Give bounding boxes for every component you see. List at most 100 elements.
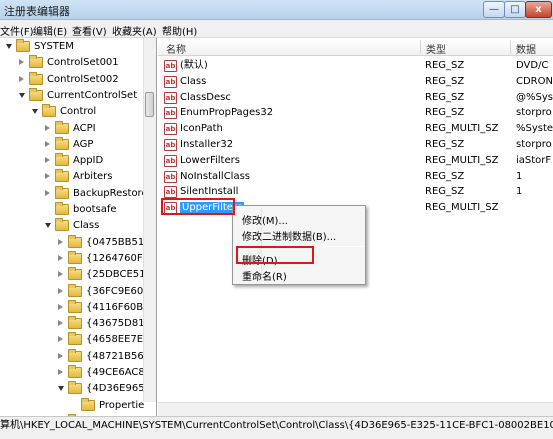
column-header-name[interactable]: 名称 (166, 41, 186, 56)
tree-node-label: Propertie (99, 399, 145, 411)
expand-arrow-icon[interactable] (19, 59, 24, 66)
folder-icon (68, 381, 82, 395)
expand-arrow-icon[interactable] (58, 287, 63, 294)
maximize-button[interactable]: □ (504, 1, 526, 18)
list-horizontal-scrollbar[interactable] (158, 402, 553, 416)
value-type: REG_SZ (425, 107, 465, 119)
registry-value-row[interactable]: ab NoInstallClass REG_SZ 1 (158, 169, 553, 185)
value-name: ClassDesc (180, 91, 231, 103)
value-name: Installer32 (180, 139, 234, 150)
column-divider[interactable] (420, 40, 421, 54)
menu-favorites[interactable]: 收藏夹(A) (112, 23, 157, 38)
expand-arrow-icon[interactable] (19, 75, 24, 82)
column-header-data[interactable]: 数据 (516, 41, 536, 56)
collapse-arrow-icon[interactable] (32, 109, 38, 115)
tree-node-label: AGP (73, 138, 94, 150)
context-item-modify[interactable]: 修改(M)... (242, 212, 288, 227)
collapse-arrow-icon[interactable] (19, 92, 25, 98)
value-name: IconPath (180, 123, 223, 135)
menu-bar: 文件(F) 编辑(E) 查看(V) 收藏夹(A) 帮助(H) (0, 20, 553, 38)
folder-icon (55, 185, 69, 199)
expand-arrow-icon[interactable] (45, 124, 50, 131)
minimize-button[interactable]: — (483, 1, 505, 18)
expand-arrow-icon[interactable] (58, 238, 63, 245)
close-button[interactable]: x (525, 1, 552, 18)
column-header-type[interactable]: 类型 (426, 41, 446, 56)
value-data: storpro (516, 139, 552, 150)
folder-icon (68, 234, 82, 248)
tree-node-label: ACPI (73, 122, 96, 134)
context-menu: 修改(M)... 修改二进制数据(B)... 删除(D) 重命名(R) (232, 205, 366, 285)
value-name: SilentInstall (180, 186, 239, 198)
string-value-icon: ab (164, 154, 177, 167)
tree-node-label: AppID (73, 155, 104, 167)
highlight-box-upperfilters (161, 198, 235, 215)
registry-value-row[interactable]: ab LowerFilters REG_MULTI_SZ iaStorF (158, 153, 553, 169)
registry-tree[interactable]: SYSTEM ControlSet001 ControlSet002 CurrentC… (0, 38, 157, 416)
menu-file[interactable]: 文件(F) (0, 23, 34, 38)
registry-value-row[interactable]: ab (默认) REG_SZ DVD/C (158, 58, 553, 74)
folder-icon (68, 365, 82, 378)
collapse-arrow-icon[interactable] (6, 44, 12, 49)
tree-node-label: ControlSet002 (47, 73, 119, 85)
folder-icon (68, 267, 82, 281)
list-header: 名称 类型 数据 (158, 38, 553, 56)
tree-scroll-thumb[interactable] (145, 92, 154, 117)
registry-value-row[interactable]: ab ClassDesc REG_SZ @%Sys (158, 90, 553, 106)
folder-icon (55, 120, 69, 134)
value-type: REG_MULTI_SZ (425, 154, 499, 166)
string-value-icon: ab (164, 91, 177, 104)
context-item-modify-binary[interactable]: 修改二进制数据(B)... (242, 228, 336, 243)
expand-arrow-icon[interactable] (58, 254, 63, 261)
folder-icon (68, 250, 82, 264)
tree-node-label: SYSTEM (34, 41, 74, 52)
expand-arrow-icon[interactable] (58, 336, 63, 343)
collapse-arrow-icon[interactable] (45, 223, 51, 229)
highlight-box-delete (236, 246, 314, 264)
value-type: REG_SZ (425, 186, 465, 198)
menu-edit[interactable]: 编辑(E) (33, 23, 67, 38)
folder-icon (29, 55, 43, 69)
registry-value-row[interactable]: ab EnumPropPages32 REG_SZ storpro (158, 105, 553, 121)
folder-icon (55, 202, 69, 215)
context-item-rename[interactable]: 重命名(R) (242, 268, 287, 283)
tree-node-label: ControlSet001 (47, 57, 119, 69)
value-data: 1 (516, 170, 523, 182)
value-type: REG_SZ (425, 170, 465, 182)
column-divider[interactable] (510, 40, 511, 54)
folder-icon (68, 299, 82, 313)
value-type: REG_SZ (425, 91, 465, 103)
value-name: NoInstallClass (180, 170, 251, 182)
expand-arrow-icon[interactable] (58, 303, 63, 310)
string-value-icon: ab (164, 60, 177, 72)
folder-icon (68, 332, 82, 346)
registry-value-row[interactable]: ab Installer32 REG_SZ storpro (158, 137, 553, 153)
expand-arrow-icon[interactable] (45, 173, 50, 180)
expand-arrow-icon[interactable] (58, 271, 63, 278)
folder-icon (55, 136, 69, 150)
expand-arrow-icon[interactable] (45, 189, 50, 196)
expand-arrow-icon[interactable] (58, 369, 63, 375)
menu-view[interactable]: 查看(V) (72, 23, 107, 38)
registry-value-row[interactable]: ab Class REG_SZ CDRON (158, 74, 553, 90)
folder-icon (68, 316, 82, 330)
value-type: REG_SZ (425, 139, 465, 150)
folder-icon (81, 397, 95, 411)
expand-arrow-icon[interactable] (58, 352, 63, 359)
window-title: 注册表编辑器 (4, 5, 70, 18)
folder-icon (16, 39, 30, 52)
folder-icon (55, 218, 69, 232)
folder-icon (55, 169, 69, 183)
collapse-arrow-icon[interactable] (58, 386, 64, 392)
folder-icon (68, 348, 82, 362)
value-type: REG_MULTI_SZ (425, 123, 499, 135)
value-name: Class (180, 75, 207, 87)
string-value-icon: ab (164, 123, 177, 136)
expand-arrow-icon[interactable] (45, 140, 50, 147)
value-data: iaStorF (516, 154, 552, 166)
expand-arrow-icon[interactable] (45, 157, 50, 164)
expand-arrow-icon[interactable] (58, 320, 63, 327)
registry-value-row[interactable]: ab IconPath REG_MULTI_SZ %Syste (158, 121, 553, 137)
menu-help[interactable]: 帮助(H) (162, 23, 197, 38)
tree-node-label: Control (60, 106, 97, 118)
